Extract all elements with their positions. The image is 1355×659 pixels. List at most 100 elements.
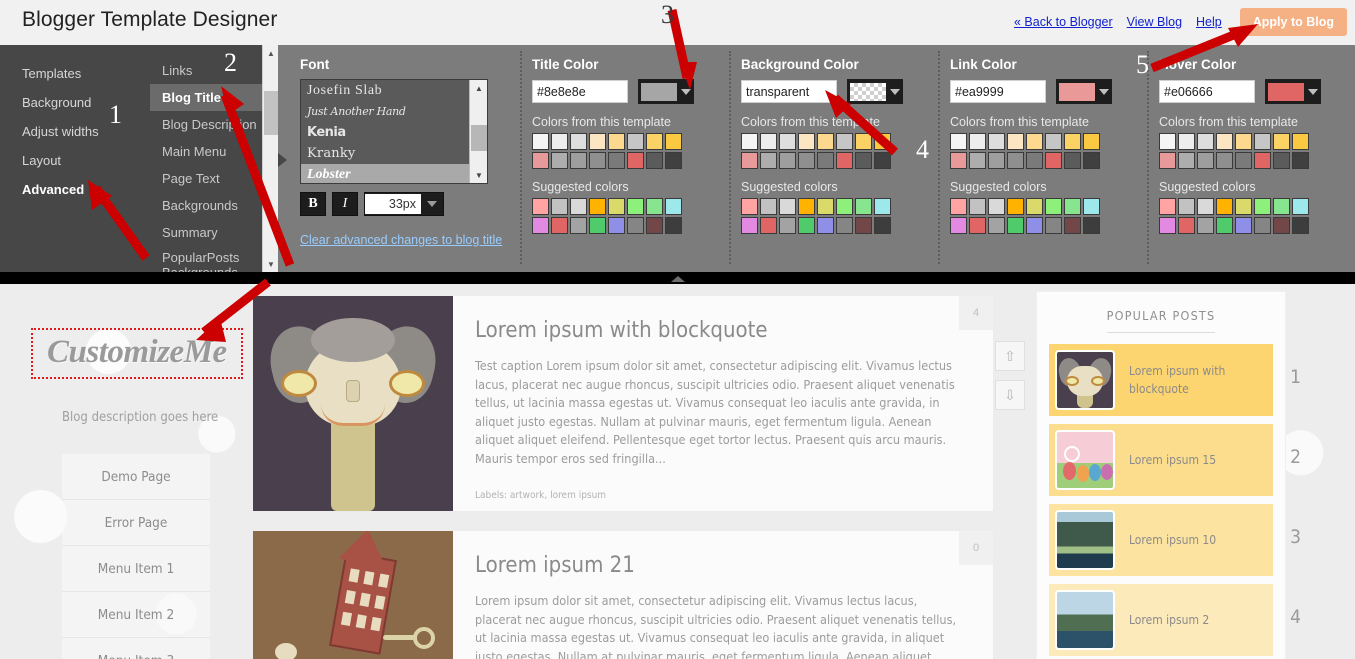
swatch[interactable] [1159,152,1176,169]
swatch[interactable] [608,152,625,169]
swatch[interactable] [817,217,834,234]
swatch[interactable] [1273,152,1290,169]
swatch[interactable] [1045,133,1062,150]
swatch[interactable] [836,133,853,150]
swatch[interactable] [1007,152,1024,169]
menu-item-error-page[interactable]: Error Page [62,500,210,546]
popular-post-item[interactable]: Lorem ipsum 10 3 [1049,504,1301,576]
swatch[interactable] [969,152,986,169]
swatch[interactable] [1045,217,1062,234]
swatch[interactable] [646,133,663,150]
swatch[interactable] [1254,152,1271,169]
swatch[interactable] [1045,198,1062,215]
swatch[interactable] [969,133,986,150]
comment-count-badge[interactable]: 0 [959,531,993,565]
font-size-control[interactable] [364,192,444,216]
swatch[interactable] [1292,217,1309,234]
title-color-swatch-button[interactable] [638,79,694,104]
swatch[interactable] [1235,198,1252,215]
swatch[interactable] [1254,217,1271,234]
swatch[interactable] [1007,198,1024,215]
swatch[interactable] [1216,133,1233,150]
swatch[interactable] [1083,133,1100,150]
preview-resize-bar[interactable] [0,272,1355,284]
swatch[interactable] [1083,217,1100,234]
font-option-kenia[interactable]: Kenia [301,122,469,143]
font-scrollbar-thumb[interactable] [471,125,487,151]
swatch[interactable] [836,217,853,234]
swatch[interactable] [551,217,568,234]
swatch[interactable] [817,133,834,150]
swatch[interactable] [665,198,682,215]
swatch[interactable] [1045,152,1062,169]
swatch[interactable] [627,198,644,215]
move-down-icon[interactable]: ⇩ [995,380,1025,410]
swatch[interactable] [1007,133,1024,150]
sidebar-item-adjust-widths[interactable]: Adjust widths [0,117,150,146]
swatch[interactable] [646,198,663,215]
font-list-scrollbar[interactable]: ▲ ▼ [469,80,487,183]
subnav-item-backgrounds[interactable]: Backgrounds [150,192,278,219]
swatch[interactable] [570,217,587,234]
swatch[interactable] [1197,198,1214,215]
swatch[interactable] [1216,217,1233,234]
font-scroll-up-icon[interactable]: ▲ [470,80,487,96]
sidebar-item-background[interactable]: Background [0,88,150,117]
swatch[interactable] [551,198,568,215]
swatch[interactable] [855,133,872,150]
subnav-item-links[interactable]: Links [150,57,278,84]
swatch[interactable] [1235,133,1252,150]
swatch[interactable] [988,217,1005,234]
swatch[interactable] [646,152,663,169]
swatch[interactable] [760,152,777,169]
font-option-just-another-hand[interactable]: Just Another Hand [301,101,469,122]
swatch[interactable] [836,198,853,215]
chevron-down-icon[interactable] [427,201,437,207]
title-color-input[interactable] [532,80,628,103]
post-thumbnail-elephant[interactable] [253,531,453,659]
swatch[interactable] [874,133,891,150]
font-list[interactable]: Josefin Slab Just Another Hand Kenia Kra… [300,79,488,184]
swatch[interactable] [1197,152,1214,169]
move-up-icon[interactable]: ⇧ [995,341,1025,371]
swatch[interactable] [1254,198,1271,215]
background-color-input[interactable] [741,80,837,103]
subnav-item-blog-title[interactable]: Blog Title [150,84,278,111]
swatch[interactable] [1254,133,1271,150]
swatch[interactable] [551,152,568,169]
subnav-scrollbar[interactable]: ▲ ▼ [262,45,279,272]
swatch[interactable] [570,198,587,215]
help-link[interactable]: Help [1196,15,1222,29]
post-labels[interactable]: Labels: artwork, lorem ipsum [475,490,963,501]
chevron-down-icon[interactable] [1308,88,1318,95]
swatch[interactable] [1159,217,1176,234]
swatch[interactable] [1026,133,1043,150]
hover-color-swatch-button[interactable] [1265,79,1321,104]
swatch[interactable] [950,152,967,169]
swatch[interactable] [988,133,1005,150]
swatch[interactable] [1178,152,1195,169]
collapse-panel-icon[interactable] [670,276,685,282]
swatch[interactable] [798,133,815,150]
swatch[interactable] [760,133,777,150]
post-thumbnail-ostrich[interactable] [253,296,453,511]
popular-post-label[interactable]: Lorem ipsum 2 [1129,611,1209,629]
swatch[interactable] [665,217,682,234]
swatch[interactable] [1197,217,1214,234]
swatch[interactable] [1292,198,1309,215]
swatch[interactable] [1064,198,1081,215]
menu-item-2[interactable]: Menu Item 2 [62,592,210,638]
swatch[interactable] [1178,198,1195,215]
swatch[interactable] [589,152,606,169]
swatch[interactable] [1026,217,1043,234]
bold-button[interactable]: B [300,192,326,216]
view-blog-link[interactable]: View Blog [1127,15,1182,29]
sidebar-item-advanced[interactable]: Advanced [0,175,150,204]
swatch[interactable] [855,152,872,169]
swatch[interactable] [1159,198,1176,215]
back-to-blogger-link[interactable]: « Back to Blogger [1014,15,1113,29]
swatch[interactable] [665,133,682,150]
swatch[interactable] [874,198,891,215]
comment-count-badge[interactable]: 4 [959,296,993,330]
popular-post-item[interactable]: Lorem ipsum 2 4 [1049,584,1301,656]
